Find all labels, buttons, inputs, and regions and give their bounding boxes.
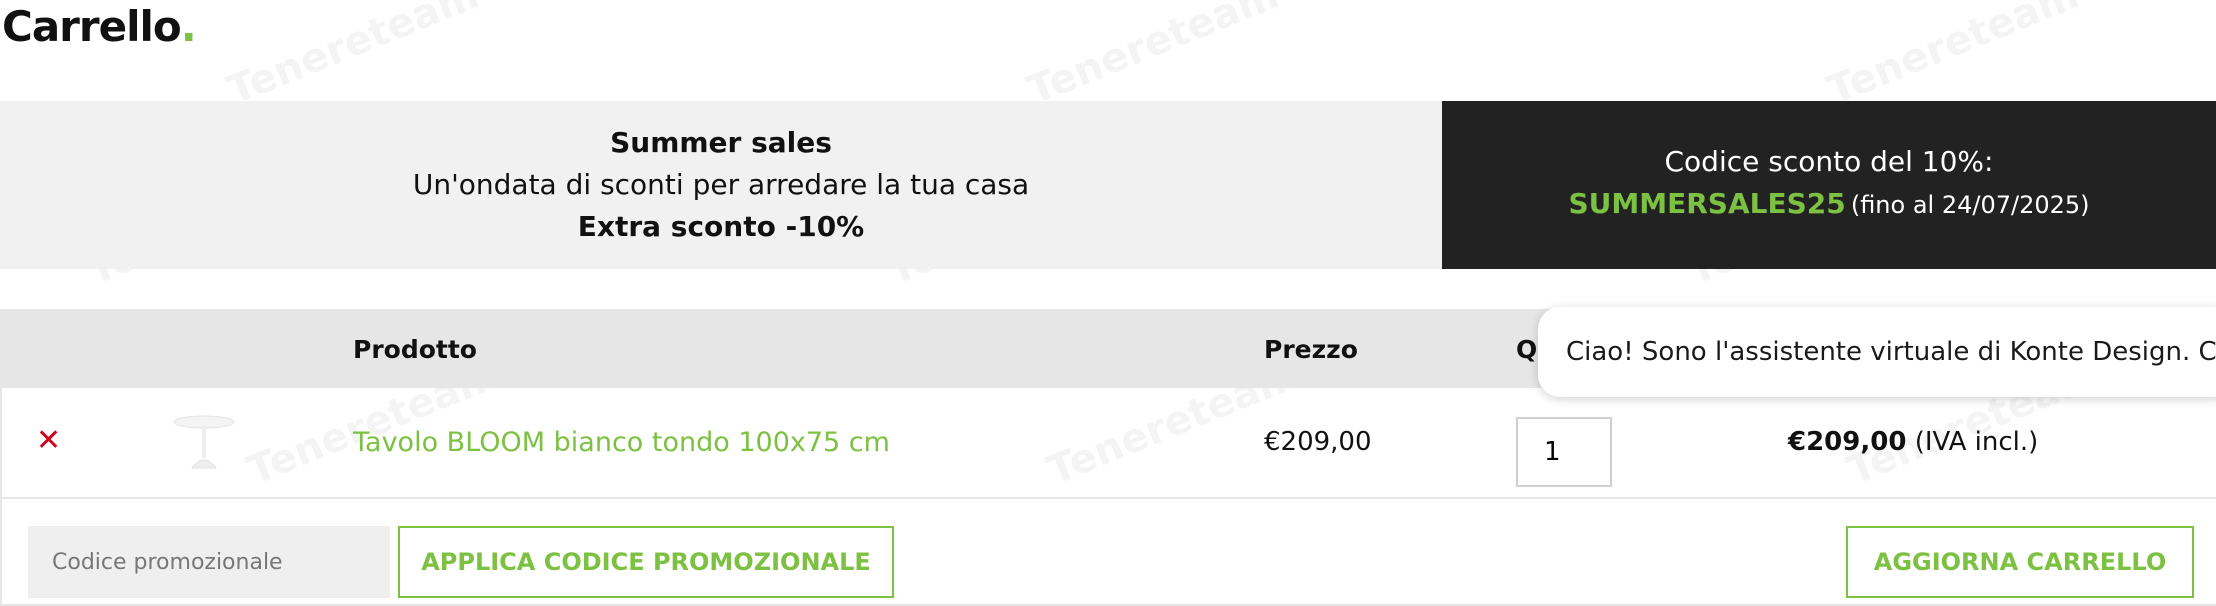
- discount-code-label: Codice sconto del 10%:: [1664, 145, 1994, 178]
- discount-code-banner: Codice sconto del 10%: SUMMERSALES25 (fi…: [1442, 101, 2216, 269]
- subtotal-amount: €209,00: [1788, 427, 1907, 457]
- quantity-input[interactable]: [1516, 417, 1612, 487]
- header-product: Prodotto: [353, 335, 477, 364]
- watermark-text: Tenereteam: [1021, 0, 1285, 114]
- banner-extra-discount: Extra sconto -10%: [577, 210, 865, 243]
- coupon-code-input[interactable]: [28, 526, 390, 598]
- remove-item-icon[interactable]: ✕: [36, 426, 61, 456]
- update-cart-button[interactable]: AGGIORNA CARRELLO: [1846, 526, 2194, 598]
- product-thumbnail[interactable]: [170, 408, 238, 476]
- discount-code: SUMMERSALES25: [1568, 187, 1846, 220]
- banner-subheading: Un'ondata di sconti per arredare la tua …: [412, 168, 1030, 201]
- watermark-text: Tenereteam: [1821, 0, 2085, 114]
- summer-sales-banner: Summer sales Un'ondata di sconti per arr…: [0, 101, 1442, 269]
- chat-message: Ciao! Sono l'assistente virtuale di Kont…: [1566, 337, 2216, 367]
- discount-code-expiry: (fino al 24/07/2025): [1850, 191, 2090, 219]
- page-title: Carrello.: [2, 0, 197, 54]
- page-title-text: Carrello: [2, 2, 182, 51]
- watermark-text: Tenereteam: [221, 0, 485, 114]
- product-price: €209,00: [1264, 427, 1372, 457]
- discount-code-line: SUMMERSALES25 (fino al 24/07/2025): [1568, 183, 2089, 229]
- chat-assistant-bubble[interactable]: Ciao! Sono l'assistente virtuale di Kont…: [1538, 307, 2216, 397]
- cart-actions: APPLICA CODICE PROMOZIONALE AGGIORNA CAR…: [2, 501, 2216, 606]
- banner-heading: Summer sales: [610, 126, 832, 159]
- page-title-dot: .: [180, 2, 197, 51]
- header-price: Prezzo: [1264, 335, 1358, 364]
- apply-coupon-button[interactable]: APPLICA CODICE PROMOZIONALE: [398, 526, 894, 598]
- table-row: ✕ Tavolo BLOOM bianco tondo 100x75 cm €2…: [2, 388, 2216, 499]
- product-name-link[interactable]: Tavolo BLOOM bianco tondo 100x75 cm: [353, 388, 890, 497]
- product-subtotal: €209,00 (IVA incl.): [1788, 388, 2038, 497]
- subtotal-vat-note: (IVA incl.): [1914, 427, 2039, 457]
